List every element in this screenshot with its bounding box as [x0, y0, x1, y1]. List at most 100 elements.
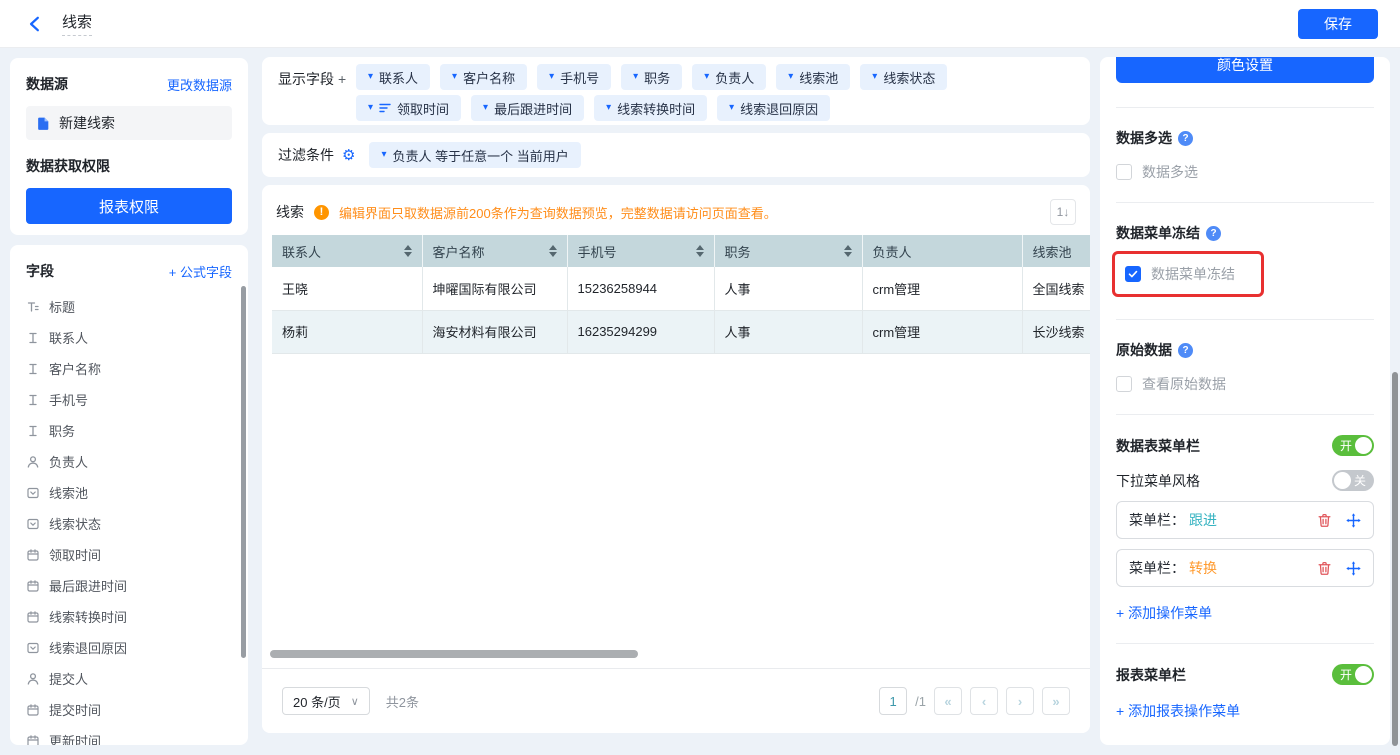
column-header-phone[interactable]: 手机号 — [567, 235, 714, 267]
display-chip[interactable]: 职务 — [621, 64, 682, 90]
caret-down-icon[interactable] — [368, 103, 373, 113]
column-header-leadpool[interactable]: 线索池 — [1022, 235, 1090, 267]
field-item-title[interactable]: 标题 — [26, 291, 232, 322]
add-formula-field-link[interactable]: + 公式字段 — [169, 262, 232, 281]
table-menu-toggle[interactable]: 开 — [1332, 435, 1374, 456]
delete-icon[interactable] — [1317, 513, 1332, 528]
field-item-leadstatus[interactable]: 线索状态 — [26, 508, 232, 539]
fields-scrollbar[interactable] — [241, 286, 246, 658]
sort-icon[interactable] — [549, 245, 557, 257]
title-field-icon — [26, 300, 40, 314]
filter-condition-chip[interactable]: 负责人 等于任意一个 当前用户 — [369, 142, 580, 168]
dropdown-style-toggle[interactable]: 关 — [1332, 470, 1374, 491]
menu-item-followup[interactable]: 菜单栏： 跟进 — [1116, 501, 1374, 539]
sort-icon[interactable] — [696, 245, 704, 257]
column-header-contact[interactable]: 联系人 — [272, 235, 422, 267]
field-item-contact[interactable]: 联系人 — [26, 322, 232, 353]
column-header-owner[interactable]: 负责人 — [862, 235, 1022, 267]
field-item-phone[interactable]: 手机号 — [26, 384, 232, 415]
current-page-input[interactable]: 1 — [879, 687, 907, 715]
field-item-owner[interactable]: 负责人 — [26, 446, 232, 477]
help-icon[interactable]: ? — [1206, 226, 1221, 241]
move-icon[interactable] — [1346, 513, 1361, 528]
select-field-icon — [26, 486, 40, 500]
horizontal-scrollbar[interactable] — [270, 650, 638, 658]
last-page-button[interactable]: » — [1042, 687, 1070, 715]
page-size-select[interactable]: 20 条/页 ∨ — [282, 687, 370, 715]
caret-down-icon[interactable] — [606, 103, 611, 113]
prev-page-button[interactable]: ‹ — [970, 687, 998, 715]
caret-down-icon[interactable] — [788, 72, 793, 82]
field-item-submittime[interactable]: 提交时间 — [26, 694, 232, 725]
help-icon[interactable]: ? — [1178, 343, 1193, 358]
date-field-icon — [26, 703, 40, 717]
caret-down-icon[interactable] — [729, 103, 734, 113]
caret-down-icon[interactable] — [633, 72, 638, 82]
display-chip[interactable]: 线索转换时间 — [594, 95, 707, 121]
display-chips-row1: 联系人 客户名称 手机号 职务 负责人 线索池 线索状态 — [356, 64, 947, 90]
delete-icon[interactable] — [1317, 561, 1332, 576]
multi-select-section-title: 数据多选 ? — [1116, 128, 1374, 148]
next-page-button[interactable]: › — [1006, 687, 1034, 715]
report-menu-toggle[interactable]: 开 — [1332, 664, 1374, 685]
column-header-customer[interactable]: 客户名称 — [422, 235, 567, 267]
move-icon[interactable] — [1346, 561, 1361, 576]
field-label: 联系人 — [49, 328, 88, 347]
display-chip[interactable]: 手机号 — [537, 64, 611, 90]
field-item-returnreason[interactable]: 线索退回原因 — [26, 632, 232, 663]
first-page-button[interactable]: « — [934, 687, 962, 715]
color-settings-button[interactable]: 颜色设置 — [1116, 57, 1374, 83]
caret-down-icon[interactable] — [452, 72, 457, 82]
field-list: 标题 联系人 客户名称 手机号 职务 负责人 线索池 线索状态 — [26, 291, 232, 745]
field-item-converttime[interactable]: 线索转换时间 — [26, 601, 232, 632]
field-item-updatetime[interactable]: 更新时间 — [26, 725, 232, 745]
table-header-row: 联系人 客户名称 手机号 职务 负责人 线索池 — [272, 235, 1090, 267]
field-label: 最后跟进时间 — [49, 576, 127, 595]
display-chip[interactable]: 联系人 — [356, 64, 430, 90]
back-button[interactable] — [26, 15, 44, 33]
caret-down-icon[interactable] — [704, 72, 709, 82]
gear-icon[interactable]: ⚙ — [342, 148, 355, 163]
field-item-claimtime[interactable]: 领取时间 — [26, 539, 232, 570]
display-chip[interactable]: 负责人 — [692, 64, 766, 90]
caret-down-icon[interactable] — [368, 72, 373, 82]
table-row[interactable]: 杨莉 海安材料有限公司 16235294299 人事 crm管理 长沙线索 — [272, 310, 1090, 353]
display-chip[interactable]: 线索状态 — [860, 64, 947, 90]
filter-label: 过滤条件 — [278, 145, 334, 165]
date-field-icon — [26, 548, 40, 562]
top-bar: 线索 保存 — [0, 0, 1400, 48]
caret-down-icon[interactable] — [483, 103, 488, 113]
add-action-menu-link[interactable]: + 添加操作菜单 — [1116, 603, 1374, 623]
display-chip[interactable]: 客户名称 — [440, 64, 527, 90]
field-item-lastfollowtime[interactable]: 最后跟进时间 — [26, 570, 232, 601]
sort-icon[interactable] — [404, 245, 412, 257]
column-header-jobtitle[interactable]: 职务 — [714, 235, 862, 267]
save-button[interactable]: 保存 — [1298, 9, 1378, 39]
display-chip[interactable]: 线索池 — [776, 64, 850, 90]
menu-freeze-checkbox[interactable] — [1125, 266, 1141, 282]
display-chip[interactable]: 最后跟进时间 — [471, 95, 584, 121]
caret-down-icon[interactable] — [872, 72, 877, 82]
field-item-jobtitle[interactable]: 职务 — [26, 415, 232, 446]
field-label: 线索转换时间 — [49, 607, 127, 626]
row-order-button[interactable]: 1↓ — [1050, 199, 1076, 225]
field-item-leadpool[interactable]: 线索池 — [26, 477, 232, 508]
display-chip[interactable]: 线索退回原因 — [717, 95, 830, 121]
display-chip-sorted[interactable]: 领取时间 — [356, 95, 461, 121]
datasource-item[interactable]: 新建线索 — [26, 106, 232, 140]
sort-icon[interactable] — [844, 245, 852, 257]
report-permission-button[interactable]: 报表权限 — [26, 188, 232, 224]
add-report-action-menu-link[interactable]: + 添加报表操作菜单 — [1116, 701, 1374, 721]
raw-data-checkbox[interactable] — [1116, 376, 1132, 392]
settings-scrollbar[interactable] — [1392, 372, 1398, 746]
field-item-customer[interactable]: 客户名称 — [26, 353, 232, 384]
menu-item-convert[interactable]: 菜单栏： 转换 — [1116, 549, 1374, 587]
caret-down-icon[interactable] — [549, 72, 554, 82]
add-display-field-button[interactable]: + — [338, 71, 346, 87]
field-item-submitter[interactable]: 提交人 — [26, 663, 232, 694]
change-datasource-link[interactable]: 更改数据源 — [167, 75, 232, 94]
multi-select-checkbox[interactable] — [1116, 164, 1132, 180]
caret-down-icon[interactable] — [381, 150, 386, 160]
table-row[interactable]: 王晓 坤曜国际有限公司 15236258944 人事 crm管理 全国线索 — [272, 267, 1090, 310]
help-icon[interactable]: ? — [1178, 131, 1193, 146]
